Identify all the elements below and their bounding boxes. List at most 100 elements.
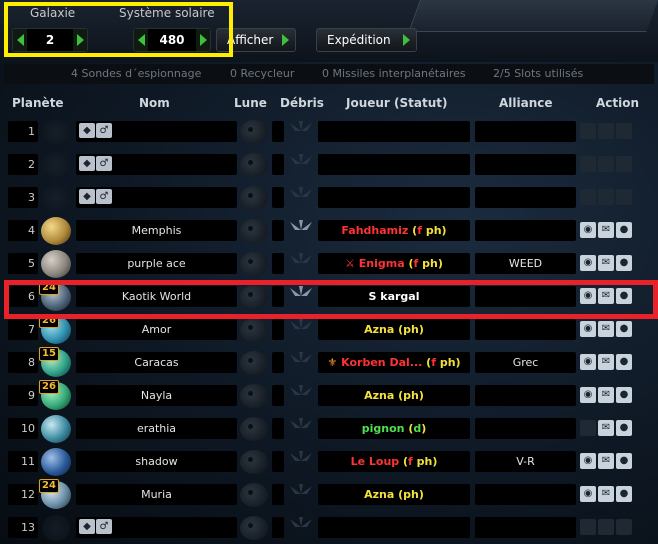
player-profile-icon[interactable]: ● xyxy=(616,255,632,271)
player-profile-icon[interactable]: ● xyxy=(616,189,632,205)
message-envelope-icon[interactable]: ✉ xyxy=(598,189,614,205)
colonize-ship-icon[interactable]: ◆ xyxy=(79,123,95,138)
player-profile-icon[interactable]: ● xyxy=(616,387,632,403)
player-profile-icon[interactable]: ● xyxy=(616,420,632,436)
player-profile-icon[interactable]: ● xyxy=(616,486,632,502)
planet-name[interactable]: purple ace xyxy=(76,253,237,274)
player-cell[interactable] xyxy=(318,154,470,175)
player-cell[interactable]: ⚔ Enigma (f ph) xyxy=(318,253,470,274)
message-envelope-icon[interactable]: ✉ xyxy=(598,486,614,502)
alliance-cell[interactable] xyxy=(475,154,576,175)
recyclers-count: 0 Recycleur xyxy=(230,67,295,80)
espionage-eye-icon[interactable]: ◉ xyxy=(580,222,596,238)
player-profile-icon[interactable]: ● xyxy=(616,321,632,337)
planet-name[interactable]: shadow xyxy=(76,451,237,472)
planet-name[interactable]: Memphis xyxy=(76,220,237,241)
espionage-eye-icon[interactable]: ◉ xyxy=(580,387,596,403)
debris-field-icon xyxy=(286,482,316,507)
alliance-name-text: Grec xyxy=(512,356,539,369)
player-cell[interactable] xyxy=(318,121,470,142)
espionage-eye-icon[interactable]: ◉ xyxy=(580,321,596,337)
player-cell[interactable]: Azna (ph) xyxy=(318,319,470,340)
colonize-ship-icon[interactable]: ◆ xyxy=(79,156,95,171)
player-cell[interactable] xyxy=(318,517,470,538)
planet-image[interactable] xyxy=(41,217,71,245)
planet-name[interactable]: Nayla xyxy=(76,385,237,406)
alliance-cell[interactable] xyxy=(475,484,576,505)
probes-count: 4 Sondes d´espionnage xyxy=(71,67,202,80)
planet-name[interactable]: Caracas xyxy=(76,352,237,373)
debris-marker-slot xyxy=(272,451,284,472)
espionage-eye-icon[interactable]: ◉ xyxy=(580,420,596,436)
player-profile-icon[interactable]: ● xyxy=(616,156,632,172)
message-envelope-icon[interactable]: ✉ xyxy=(598,222,614,238)
moon-slot xyxy=(240,450,268,474)
espionage-eye-icon[interactable]: ◉ xyxy=(580,519,596,535)
player-profile-icon[interactable]: ● xyxy=(616,453,632,469)
player-name-text: Fahdhamiz xyxy=(341,224,409,237)
message-envelope-icon[interactable]: ✉ xyxy=(598,453,614,469)
player-profile-icon[interactable]: ● xyxy=(616,354,632,370)
planet-name[interactable]: Amor xyxy=(76,319,237,340)
player-cell[interactable]: Azna (ph) xyxy=(318,484,470,505)
player-cell[interactable] xyxy=(318,187,470,208)
alliance-cell[interactable] xyxy=(475,418,576,439)
espionage-eye-icon[interactable]: ◉ xyxy=(580,453,596,469)
planet-image[interactable] xyxy=(41,415,71,443)
alliance-rank-icon: ⚜ xyxy=(327,356,338,369)
position-cell: 5 xyxy=(8,253,38,274)
status-flag: ph xyxy=(439,356,456,369)
alliance-cell[interactable]: V-R xyxy=(475,451,576,472)
message-envelope-icon[interactable]: ✉ xyxy=(598,354,614,370)
message-envelope-icon[interactable]: ✉ xyxy=(598,123,614,139)
alliance-cell[interactable]: Grec xyxy=(475,352,576,373)
player-profile-icon[interactable]: ● xyxy=(616,123,632,139)
male-symbol-icon[interactable]: ♂ xyxy=(96,519,112,534)
message-envelope-icon[interactable]: ✉ xyxy=(598,321,614,337)
message-envelope-icon[interactable]: ✉ xyxy=(598,387,614,403)
debris-marker-slot xyxy=(272,517,284,538)
alliance-cell[interactable] xyxy=(475,517,576,538)
message-envelope-icon[interactable]: ✉ xyxy=(598,420,614,436)
alliance-cell[interactable]: WEED xyxy=(475,253,576,274)
male-symbol-icon[interactable]: ♂ xyxy=(96,156,112,171)
position-cell: 8 xyxy=(8,352,38,373)
status-flag: f xyxy=(408,455,413,468)
debris-field-icon[interactable] xyxy=(286,218,316,243)
expedition-button[interactable]: Expédition xyxy=(316,28,417,52)
debris-field-icon xyxy=(286,152,316,177)
espionage-eye-icon[interactable]: ◉ xyxy=(580,156,596,172)
player-cell[interactable]: ⚜ Korben Dal... (f ph) xyxy=(318,352,470,373)
espionage-eye-icon[interactable]: ◉ xyxy=(580,255,596,271)
planet-name[interactable]: erathia xyxy=(76,418,237,439)
message-envelope-icon[interactable]: ✉ xyxy=(598,156,614,172)
player-cell[interactable]: Le Loup (f ph) xyxy=(318,451,470,472)
male-symbol-icon[interactable]: ♂ xyxy=(96,189,112,204)
player-cell[interactable]: Azna (ph) xyxy=(318,385,470,406)
status-bracket: ) xyxy=(432,455,438,468)
alliance-cell[interactable] xyxy=(475,385,576,406)
colonize-ship-icon[interactable]: ◆ xyxy=(79,189,95,204)
espionage-eye-icon[interactable]: ◉ xyxy=(580,354,596,370)
message-envelope-icon[interactable]: ✉ xyxy=(598,255,614,271)
planet-image[interactable] xyxy=(41,448,71,476)
alliance-cell[interactable] xyxy=(475,187,576,208)
empty-planet-slot xyxy=(42,515,70,541)
planet-image[interactable] xyxy=(41,250,71,278)
activity-badge: 26 xyxy=(39,380,59,394)
player-profile-icon[interactable]: ● xyxy=(616,519,632,535)
espionage-eye-icon[interactable]: ◉ xyxy=(580,123,596,139)
alliance-cell[interactable] xyxy=(475,319,576,340)
alliance-cell[interactable] xyxy=(475,121,576,142)
planet-name[interactable]: Muria xyxy=(76,484,237,505)
player-cell[interactable]: Fahdhamiz (f ph) xyxy=(318,220,470,241)
player-cell[interactable]: pignon (d) xyxy=(318,418,470,439)
message-envelope-icon[interactable]: ✉ xyxy=(598,519,614,535)
colonize-ship-icon[interactable]: ◆ xyxy=(79,519,95,534)
espionage-eye-icon[interactable]: ◉ xyxy=(580,189,596,205)
player-profile-icon[interactable]: ● xyxy=(616,222,632,238)
alliance-cell[interactable] xyxy=(475,220,576,241)
male-symbol-icon[interactable]: ♂ xyxy=(96,123,112,138)
status-bracket: ) xyxy=(455,356,461,369)
espionage-eye-icon[interactable]: ◉ xyxy=(580,486,596,502)
